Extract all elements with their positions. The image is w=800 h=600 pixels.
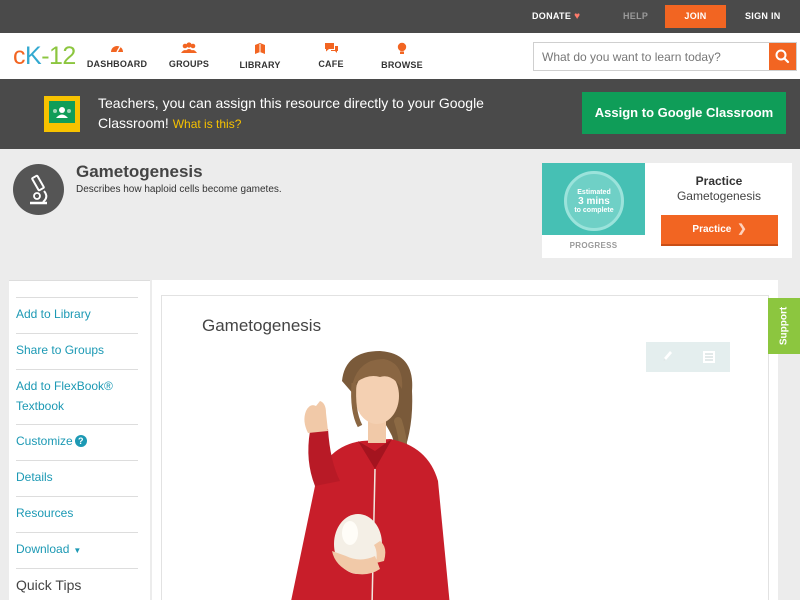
- practice-subtitle: Gametogenesis: [676, 189, 762, 203]
- progress-label: PROGRESS: [569, 241, 618, 250]
- quick-tips-heading: Quick Tips: [16, 577, 82, 593]
- nav-label-library: LIBRARY: [239, 60, 281, 70]
- dashboard-icon: [111, 46, 123, 53]
- nav-bar: cK-12 DASHBOARD GROUPS LIBRARY CAFE BROW…: [0, 33, 800, 79]
- page-title: Gametogenesis: [76, 162, 203, 181]
- search-input[interactable]: [534, 43, 768, 70]
- donate-label: DONATE: [532, 11, 572, 21]
- progress-tile[interactable]: Estimated 3 mins to complete: [542, 163, 645, 235]
- pencil-button[interactable]: [646, 342, 688, 372]
- divider: [16, 297, 138, 298]
- divider: [16, 369, 138, 370]
- concept-description: Describes how haploid cells become gamet…: [76, 184, 282, 195]
- donate-link[interactable]: DONATE ♥: [532, 0, 580, 33]
- google-classroom-icon: [44, 96, 80, 132]
- sidebar-item-download[interactable]: Download ▼: [16, 539, 138, 561]
- nav-label-dashboard: DASHBOARD: [86, 59, 148, 69]
- woman-holding-egg-image: [291, 351, 450, 600]
- support-label: Support: [778, 306, 790, 346]
- nav-label-cafe: CAFE: [318, 59, 344, 69]
- sidebar-item-details[interactable]: Details: [16, 467, 138, 487]
- nav-item-cafe[interactable]: CAFE: [296, 42, 366, 69]
- search-box: [533, 42, 797, 71]
- help-link[interactable]: HELP: [623, 0, 648, 33]
- practice-button[interactable]: Practice ❯: [661, 215, 778, 244]
- content-tools: [646, 342, 730, 372]
- groups-icon: [181, 42, 197, 53]
- main-content: Gametogenesis: [152, 280, 778, 600]
- sidebar-item-resources[interactable]: Resources: [16, 503, 138, 523]
- notes-button[interactable]: [688, 342, 730, 372]
- sidebar-item-add-to-flexbook[interactable]: Add to FlexBook® Textbook: [16, 376, 126, 416]
- sidebar: Add to Library Share to Groups Add to Fl…: [9, 280, 150, 600]
- sidebar-item-label: Download: [16, 542, 70, 556]
- browse-icon: [397, 42, 407, 54]
- divider: [16, 532, 138, 533]
- divider: [16, 424, 138, 425]
- pencil-icon: [663, 351, 672, 362]
- caret-down-icon: ▼: [73, 546, 82, 555]
- support-tab[interactable]: Support: [768, 298, 800, 354]
- cafe-icon: [324, 43, 338, 53]
- divider: [16, 496, 138, 497]
- divider: [16, 460, 138, 461]
- nav-item-dashboard[interactable]: DASHBOARD: [82, 42, 152, 69]
- heart-icon: ♥: [574, 11, 581, 22]
- what-is-this-link[interactable]: What is this?: [173, 117, 242, 131]
- practice-heading: Practice: [695, 174, 743, 188]
- microscope-icon: [13, 164, 64, 215]
- content-card: Gametogenesis: [161, 295, 769, 600]
- assign-to-google-classroom-button[interactable]: Assign to Google Classroom: [582, 92, 786, 134]
- search-icon: [775, 49, 790, 64]
- classroom-banner-message: Teachers, you can assign this resource d…: [98, 95, 484, 131]
- classroom-banner-text: Teachers, you can assign this resource d…: [98, 93, 518, 134]
- library-icon: [255, 43, 265, 54]
- logo-c: c: [13, 42, 26, 70]
- logo-k: K: [25, 42, 42, 70]
- nav-item-library[interactable]: LIBRARY: [225, 42, 295, 70]
- divider: [16, 568, 138, 569]
- estimate-line-3: to complete: [574, 207, 614, 214]
- practice-button-label: Practice: [692, 224, 732, 235]
- ck12-logo[interactable]: cK-12: [13, 42, 76, 70]
- google-classroom-banner: Teachers, you can assign this resource d…: [0, 79, 800, 149]
- content-title: Gametogenesis: [202, 316, 322, 335]
- chevron-right-icon: ❯: [737, 223, 747, 235]
- estimate-line-2: 3 mins: [578, 196, 610, 207]
- logo-12: -12: [41, 42, 76, 70]
- nav-item-browse[interactable]: BROWSE: [367, 42, 437, 70]
- nav-label-groups: GROUPS: [168, 59, 210, 69]
- top-bar: DONATE ♥ HELP JOIN SIGN IN: [0, 0, 800, 33]
- help-icon[interactable]: ?: [74, 435, 87, 447]
- sidebar-item-label: Customize: [16, 434, 73, 448]
- sidebar-item-share-to-groups[interactable]: Share to Groups: [16, 340, 138, 360]
- sign-in-link[interactable]: SIGN IN: [745, 0, 781, 33]
- divider: [16, 333, 138, 334]
- practice-card: Estimated 3 mins to complete PROGRESS Pr…: [542, 163, 792, 258]
- nav-item-groups[interactable]: GROUPS: [154, 42, 224, 69]
- notes-icon: [703, 351, 715, 363]
- nav-label-browse: BROWSE: [381, 60, 423, 70]
- estimate-badge: Estimated 3 mins to complete: [564, 171, 624, 231]
- search-button[interactable]: [769, 43, 796, 70]
- join-button[interactable]: JOIN: [665, 5, 726, 28]
- sidebar-item-add-to-library[interactable]: Add to Library: [16, 304, 138, 324]
- sidebar-item-customize[interactable]: Customize?: [16, 431, 138, 451]
